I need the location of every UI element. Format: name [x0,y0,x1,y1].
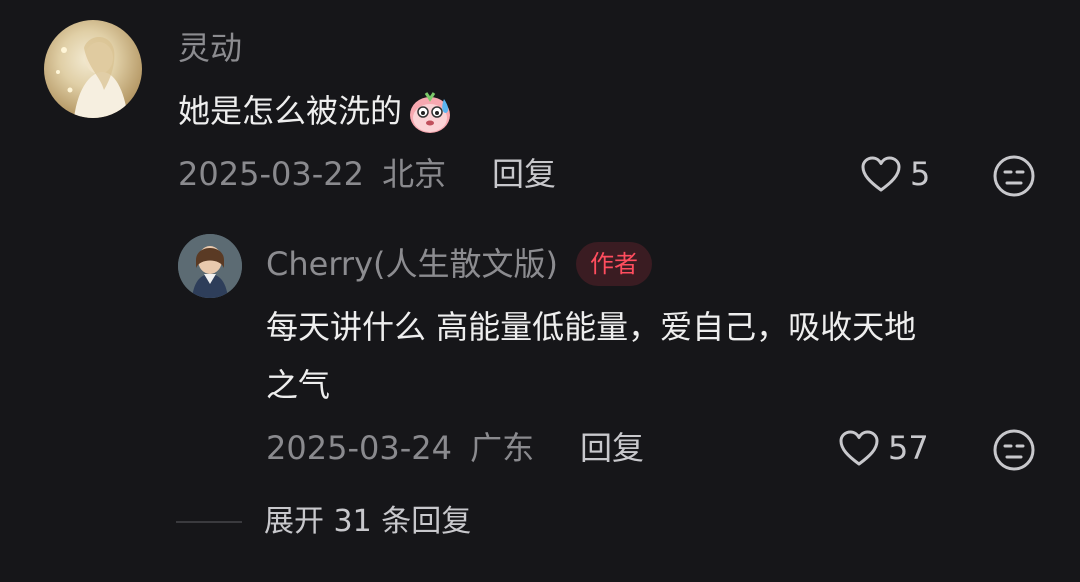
comment-location: 北京 [382,155,447,193]
dislike-button[interactable] [992,154,1036,202]
divider-line [176,521,242,523]
heart-icon [839,430,879,466]
reply-reply-button[interactable]: 回复 [580,428,644,468]
reply-meta: 2025-03-24 广东 [266,428,534,468]
avatar-figure-icon [56,37,128,118]
like-button[interactable]: 5 [860,154,930,194]
comment-date: 2025-03-22 [178,155,364,193]
comment-text-row: 她是怎么被洗的 [178,82,456,140]
heart-icon [861,156,901,192]
comment-author[interactable]: 灵动 [178,28,242,68]
sweat-face-emoji-icon [404,85,456,137]
reply-author-row: Cherry(人生散文版) 作者 [266,242,652,286]
reply-author[interactable]: Cherry(人生散文版) [266,244,558,284]
expand-replies-button[interactable]: 展开 31 条回复 [176,502,471,542]
reply-avatar[interactable] [178,234,242,298]
comment-meta: 2025-03-22 北京 [178,154,446,194]
expand-replies-label: 展开 31 条回复 [264,504,472,539]
reply-dislike-button[interactable] [992,428,1036,476]
reply-like-button[interactable]: 57 [838,428,929,468]
reply-text: 每天讲什么 高能量低能量，爱自己，吸收天地 之气 [266,298,1056,414]
author-badge: 作者 [575,242,652,286]
reply-button[interactable]: 回复 [492,154,556,194]
avatar[interactable] [44,20,142,118]
neutral-face-icon [993,429,1035,471]
reply-like-count: 57 [888,429,929,467]
neutral-face-icon [993,155,1035,197]
like-count: 5 [910,155,931,193]
avatar-portrait-icon [178,234,242,298]
reply-text-line: 每天讲什么 高能量低能量，爱自己，吸收天地 [266,308,917,346]
reply-location: 广东 [470,429,535,467]
comment-text: 她是怎么被洗的 [178,92,403,130]
reply-text-line: 之气 [266,366,331,404]
reply-date: 2025-03-24 [266,429,452,467]
